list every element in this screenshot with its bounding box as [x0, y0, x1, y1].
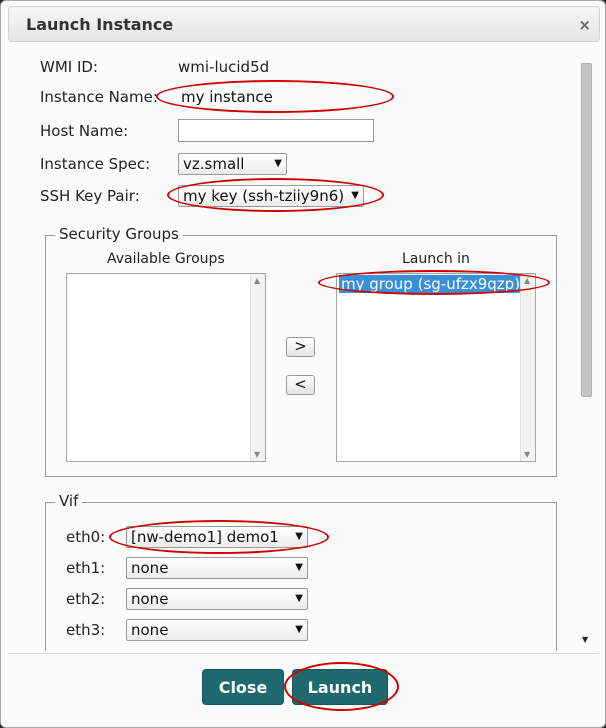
close-icon[interactable]: × [578, 16, 591, 34]
chevron-down-icon: ▼ [295, 562, 303, 573]
scrollbar-thumb[interactable] [581, 63, 592, 397]
chevron-down-icon: ▼ [351, 190, 359, 201]
host-name-input[interactable] [178, 119, 374, 142]
remove-group-button[interactable]: < [286, 375, 315, 395]
instance-spec-value: vz.small [183, 155, 245, 173]
available-groups-scrollbar[interactable]: ▲ ▼ [250, 274, 265, 461]
eth3-select[interactable]: none ▼ [126, 619, 308, 641]
instance-spec-select[interactable]: vz.small ▼ [178, 153, 287, 175]
eth1-label: eth1: [66, 559, 106, 577]
wmi-id-value: wmi-lucid5d [178, 58, 270, 76]
eth2-value: none [131, 590, 169, 608]
eth1-value: none [131, 559, 169, 577]
list-item[interactable]: my group (sg-ufzx9qzp) [339, 275, 523, 293]
instance-name-label: Instance Name: [40, 88, 158, 106]
instance-spec-label: Instance Spec: [40, 155, 151, 173]
eth3-value: none [131, 621, 169, 639]
dialog-titlebar: Launch Instance × [8, 6, 600, 42]
instance-name-input[interactable] [178, 85, 374, 108]
dialog-title: Launch Instance [26, 15, 174, 34]
dialog-scrollbar[interactable]: ▼ [577, 59, 594, 644]
eth2-select[interactable]: none ▼ [126, 588, 308, 610]
eth0-select[interactable]: [nw-demo1] demo1 ▼ [126, 526, 308, 548]
launch-in-scrollbar[interactable]: ▲ ▼ [520, 274, 535, 461]
eth2-label: eth2: [66, 590, 106, 608]
add-group-button[interactable]: > [286, 337, 315, 357]
available-groups-label: Available Groups [107, 251, 225, 267]
eth0-value: [nw-demo1] demo1 [131, 528, 279, 546]
ssh-key-value: my key (ssh-tziiy9n6) [183, 187, 345, 205]
launch-in-label: Launch in [402, 251, 470, 267]
footer-divider [8, 653, 598, 654]
ssh-key-label: SSH Key Pair: [40, 187, 140, 205]
dialog-content: WMI ID: wmi-lucid5d Instance Name: Host … [1, 46, 605, 651]
scroll-up-icon[interactable]: ▲ [254, 276, 260, 285]
close-button[interactable]: Close [202, 669, 284, 705]
chevron-down-icon: ▼ [295, 593, 303, 604]
launch-button[interactable]: Launch [292, 669, 388, 705]
chevron-down-icon: ▼ [295, 624, 303, 635]
ssh-key-select[interactable]: my key (ssh-tziiy9n6) ▼ [178, 185, 364, 207]
available-groups-list[interactable]: ▲ ▼ [66, 273, 266, 462]
security-groups-legend: Security Groups [55, 225, 183, 243]
eth0-label: eth0: [66, 528, 106, 546]
eth1-select[interactable]: none ▼ [126, 557, 308, 579]
vif-legend: Vif [55, 492, 83, 510]
eth3-label: eth3: [66, 621, 106, 639]
launch-in-list[interactable]: my group (sg-ufzx9qzp) ▲ ▼ [336, 273, 536, 462]
vif-fieldset: Vif eth0: [nw-demo1] demo1 ▼ eth1: none … [45, 492, 557, 651]
scroll-down-icon[interactable]: ▼ [524, 450, 530, 459]
scroll-down-icon[interactable]: ▼ [582, 635, 588, 644]
security-groups-fieldset: Security Groups Available Groups ▲ ▼ > <… [45, 225, 557, 477]
chevron-down-icon: ▼ [274, 158, 282, 169]
wmi-id-label: WMI ID: [40, 58, 98, 76]
chevron-down-icon: ▼ [295, 531, 303, 542]
scroll-up-icon[interactable]: ▲ [524, 276, 530, 285]
scroll-down-icon[interactable]: ▼ [254, 450, 260, 459]
launch-instance-dialog: Launch Instance × WMI ID: wmi-lucid5d In… [0, 0, 606, 728]
host-name-label: Host Name: [40, 122, 129, 140]
